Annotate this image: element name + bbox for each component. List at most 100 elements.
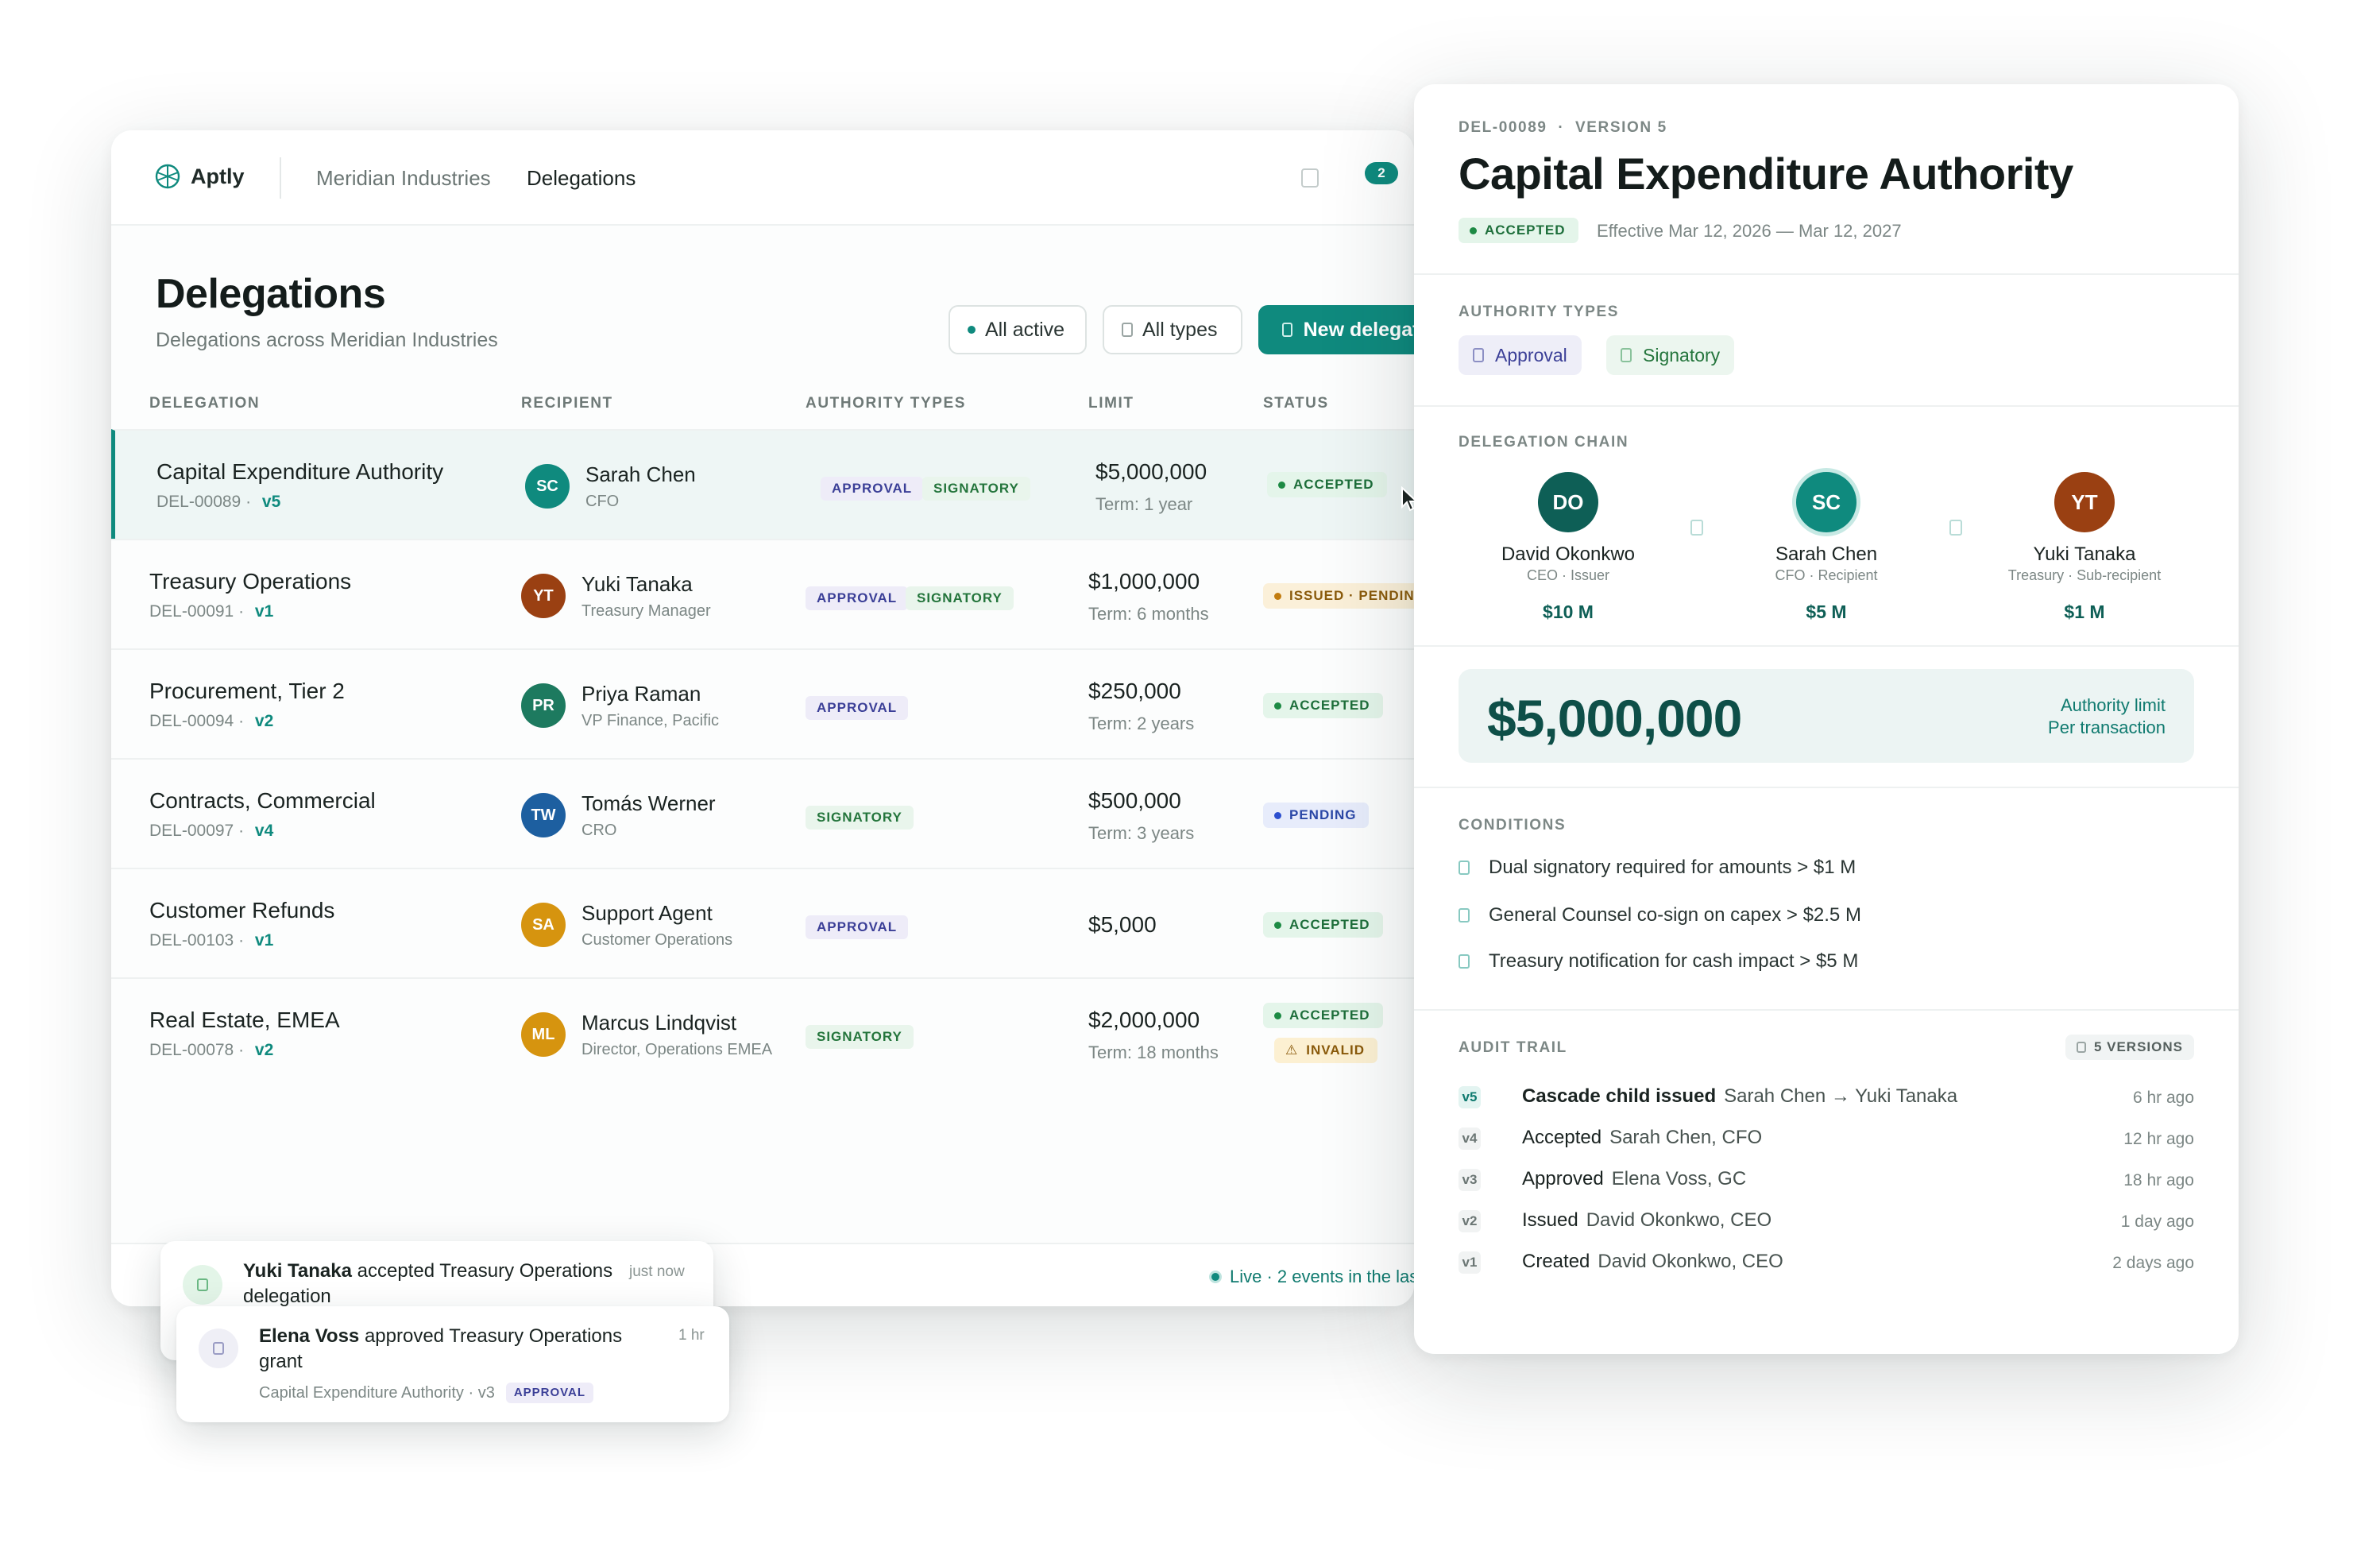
recipient-role: CFO: [585, 493, 620, 510]
invalid-badge: ⚠ INVALID: [1274, 1038, 1377, 1063]
active-dot-icon: [968, 326, 976, 334]
audit-entry[interactable]: v2 Issued David Okonkwo, CEO 1 day ago: [1459, 1206, 2194, 1238]
toast-time: 1 hr: [678, 1327, 705, 1344]
live-label: Live · 2 events in the last hour: [1230, 1267, 1414, 1286]
toast-meta: Capital Expenditure Authority · v3 APPRO…: [259, 1383, 594, 1403]
status-badge: ACCEPTED: [1263, 693, 1383, 718]
avatar: YT: [2054, 472, 2115, 532]
notifications-badge[interactable]: 2: [1365, 162, 1398, 184]
toast-time: just now: [629, 1263, 685, 1280]
toast-message: Yuki Tanaka accepted Treasury Operations…: [243, 1260, 613, 1307]
warning-icon: ⚠: [1285, 1042, 1299, 1058]
history-icon: [2076, 1042, 2086, 1053]
delegation-id: DEL-00091 · v1: [149, 602, 274, 621]
breadcrumb-page[interactable]: Delegations: [527, 166, 636, 191]
table-row[interactable]: Contracts, Commercial DEL-00097 · v4 TW …: [111, 758, 1414, 868]
delegation-id: DEL-00078 · v2: [149, 1041, 274, 1059]
recipient-name: Yuki Tanaka: [581, 572, 693, 596]
detail-eyebrow: DEL-00089 · VERSION 5: [1459, 119, 1667, 136]
condition-icon: [1459, 908, 1470, 922]
table-row[interactable]: Customer Refunds DEL-00103 · v1 SA Suppo…: [111, 868, 1414, 977]
live-indicator[interactable]: Live · 2 events in the last hour: [1209, 1267, 1414, 1287]
audit-entry[interactable]: v5 Cascade child issued Sarah Chen → Yuki…: [1459, 1082, 2194, 1114]
chain-node-recipient[interactable]: SC Sarah Chen CFO · Recipient $5 M: [1731, 472, 1922, 623]
condition-icon: [1459, 954, 1470, 969]
audit-entry[interactable]: v1 Created David Okonkwo, CEO 2 days ago: [1459, 1247, 2194, 1279]
arrow-right-icon: [1690, 520, 1703, 536]
delegation-id: DEL-00103 · v1: [149, 931, 274, 950]
toast-notification[interactable]: Elena Voss approved Treasury Operations …: [176, 1306, 729, 1422]
delegation-chain-label: DELEGATION CHAIN: [1459, 434, 1629, 451]
recipient-name: Priya Raman: [581, 682, 701, 706]
table-row[interactable]: Procurement, Tier 2 DEL-00094 · v2 PR Pr…: [111, 648, 1414, 758]
audit-time: 2 days ago: [2112, 1254, 2194, 1272]
version-badge: v1: [1459, 1251, 1481, 1274]
column-header-authority[interactable]: AUTHORITY TYPES: [806, 395, 966, 412]
status-badge: ACCEPTED: [1263, 912, 1383, 938]
limit-value: $2,000,000: [1088, 1008, 1200, 1032]
new-delegation-button[interactable]: New delegation: [1258, 305, 1414, 354]
divider: [1414, 645, 2239, 647]
delegation-name: Treasury Operations: [149, 569, 352, 594]
search-icon[interactable]: [1301, 168, 1319, 188]
filter-icon: [1122, 323, 1133, 337]
breadcrumb-org[interactable]: Meridian Industries: [316, 166, 491, 191]
type-filter-button[interactable]: All types: [1103, 305, 1242, 354]
live-dot-icon: [1209, 1271, 1222, 1283]
table-row[interactable]: Real Estate, EMEA DEL-00078 · v2 ML Marc…: [111, 977, 1414, 1087]
approval-tag: APPROVAL: [821, 477, 924, 501]
avatar: SA: [521, 903, 566, 947]
chain-role: Treasury · Sub-recipient: [2007, 567, 2162, 583]
avatar: SC: [525, 464, 570, 509]
divider: [1414, 273, 2239, 275]
version-badge: v5: [1459, 1086, 1481, 1108]
chain-role: CEO · Issuer: [1526, 567, 1610, 583]
app-logo[interactable]: Aptly: [154, 163, 245, 190]
recipient-name: Support Agent: [581, 901, 713, 925]
avatar: YT: [521, 574, 566, 618]
recipient-role: VP Finance, Pacific: [581, 712, 720, 729]
status-filter-button[interactable]: All active: [949, 305, 1087, 354]
status-badge: ISSUED · PENDING: [1263, 583, 1414, 609]
column-header-limit[interactable]: LIMIT: [1088, 395, 1134, 412]
authority-limit-amount: $5,000,000: [1487, 689, 1742, 748]
recipient-name: Sarah Chen: [585, 462, 696, 486]
column-header-delegation[interactable]: DELEGATION: [149, 395, 260, 412]
divider: [1414, 787, 2239, 788]
chain-name: David Okonkwo: [1501, 543, 1636, 565]
status-badge: ACCEPTED: [1459, 218, 1578, 243]
signatory-icon: [1621, 348, 1632, 362]
detail-title: Capital Expenditure Authority: [1459, 149, 2073, 199]
audit-time: 6 hr ago: [2132, 1089, 2194, 1107]
table-row[interactable]: Treasury Operations DEL-00091 · v1 YT Yu…: [111, 539, 1414, 648]
signatory-tag: SIGNATORY: [906, 586, 1014, 610]
table-row[interactable]: Capital Expenditure Authority DEL-00089 …: [111, 429, 1414, 539]
signatory-chip[interactable]: Signatory: [1606, 335, 1735, 375]
delegation-name: Procurement, Tier 2: [149, 679, 345, 703]
authority-limit-caption: Authority limit Per transaction: [2048, 695, 2166, 737]
chain-node-sub-recipient[interactable]: YT Yuki Tanaka Treasury · Sub-recipient …: [1989, 472, 2180, 623]
avatar: TW: [521, 793, 566, 837]
audit-entry[interactable]: v4 Accepted Sarah Chen, CFO 12 hr ago: [1459, 1124, 2194, 1155]
condition-item: General Counsel co-sign on capex > $2.5 …: [1459, 904, 1861, 926]
avatar: ML: [521, 1012, 566, 1057]
limit-term: Term: 2 years: [1088, 714, 1195, 733]
approval-icon: [1473, 348, 1484, 362]
mouse-cursor-icon: [1401, 486, 1419, 512]
versions-button[interactable]: 5 VERSIONS: [2065, 1035, 2194, 1060]
recipient-role: Treasury Manager: [581, 602, 711, 620]
recipient-name: Tomás Werner: [581, 791, 716, 815]
chain-limit: $5 M: [1806, 601, 1847, 622]
effective-dates: Effective Mar 12, 2026 — Mar 12, 2027: [1597, 221, 1902, 241]
approval-chip[interactable]: Approval: [1459, 335, 1582, 375]
audit-time: 18 hr ago: [2123, 1171, 2194, 1189]
delegation-id: DEL-00097 · v4: [149, 822, 274, 840]
approval-tag: APPROVAL: [806, 586, 909, 610]
delegation-detail-panel: DEL-00089 · VERSION 5 Capital Expenditur…: [1414, 84, 2239, 1354]
signatory-tag: SIGNATORY: [922, 477, 1030, 501]
column-header-status[interactable]: STATUS: [1263, 395, 1329, 412]
chain-node-issuer[interactable]: DO David Okonkwo CEO · Issuer $10 M: [1473, 472, 1663, 623]
arrow-right-icon: [1949, 520, 1962, 536]
column-header-recipient[interactable]: RECIPIENT: [521, 395, 613, 412]
audit-entry[interactable]: v3 Approved Elena Voss, GC 18 hr ago: [1459, 1165, 2194, 1197]
